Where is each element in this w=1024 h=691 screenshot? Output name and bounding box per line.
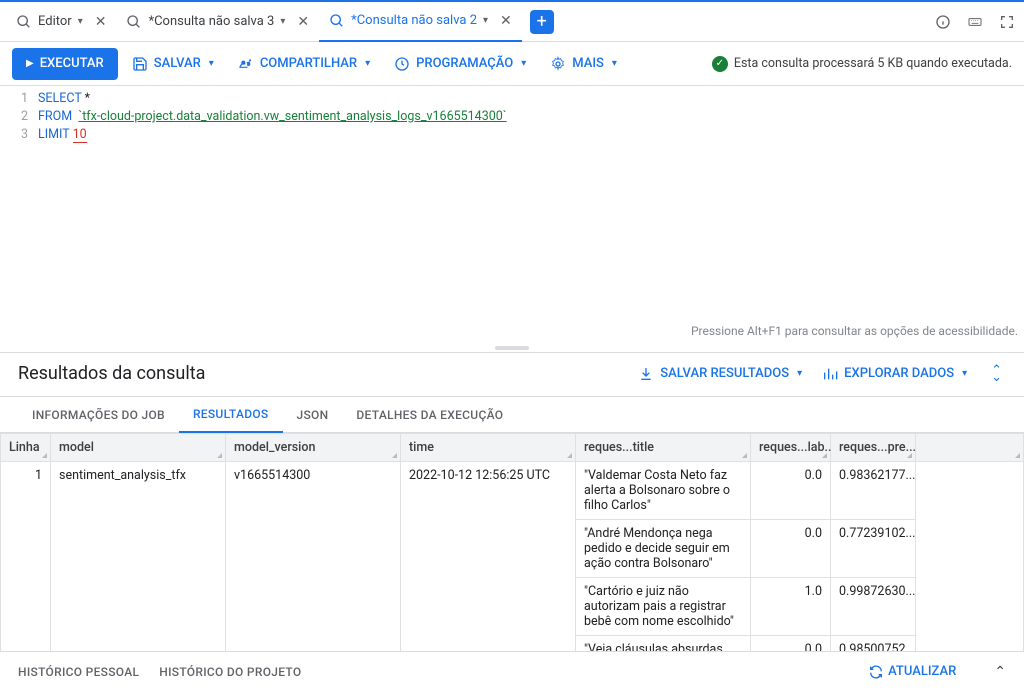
- caret-down-icon: ▾: [280, 16, 285, 27]
- tab-json[interactable]: JSON: [283, 397, 343, 433]
- caret-down-icon: ▾: [797, 368, 802, 379]
- th-model-version[interactable]: model_version: [226, 434, 401, 462]
- line-gutter: 1 2 3: [0, 90, 38, 328]
- save-icon: [132, 56, 148, 72]
- more-button[interactable]: MAIS ▾: [540, 48, 627, 80]
- refresh-label: ATUALIZAR: [888, 664, 956, 679]
- chart-icon: [822, 366, 838, 382]
- refresh-button[interactable]: ATUALIZAR: [862, 658, 962, 686]
- new-tab-button[interactable]: +: [530, 10, 554, 34]
- save-button[interactable]: SALVAR ▾: [122, 48, 224, 80]
- info-icon[interactable]: [934, 13, 952, 31]
- refresh-icon: [868, 664, 884, 680]
- download-icon: [638, 366, 654, 382]
- tab-unsaved-2[interactable]: *Consulta não salva 2 ▾ ✕: [319, 2, 522, 42]
- save-results-button[interactable]: SALVAR RESULTADOS ▾: [628, 366, 812, 382]
- caret-down-icon: ▾: [483, 15, 488, 26]
- caret-down-icon: ▾: [365, 58, 370, 69]
- fullscreen-icon[interactable]: [998, 13, 1016, 31]
- tab-label: *Consulta não salva 3: [148, 14, 274, 29]
- tab-project-history[interactable]: HISTÓRICO DO PROJETO: [159, 665, 301, 679]
- results-pane: Resultados da consulta SALVAR RESULTADOS…: [0, 353, 1024, 651]
- explore-data-label: EXPLORAR DADOS: [844, 366, 954, 381]
- editor-tabbar: Editor ▾ ✕ *Consulta não salva 3 ▾ ✕ *Co…: [0, 2, 1024, 42]
- results-table-wrapper[interactable]: Linha model model_version time reques...…: [0, 433, 1024, 651]
- share-button[interactable]: COMPARTILHAR ▾: [228, 48, 380, 80]
- schedule-label: PROGRAMAÇÃO: [416, 56, 513, 71]
- chevron-up-icon[interactable]: ⌃: [994, 664, 1006, 680]
- share-icon: [238, 56, 254, 72]
- expand-toggle-icon[interactable]: ⌃⌄: [987, 367, 1006, 381]
- caret-down-icon: ▾: [521, 58, 526, 69]
- sql-editor[interactable]: 1 2 3 SELECT * FROM `tfx-cloud-project.d…: [0, 86, 1024, 344]
- tab-unsaved-3[interactable]: *Consulta não salva 3 ▾ ✕: [116, 2, 319, 42]
- tab-label: Editor: [38, 14, 72, 29]
- th-lab[interactable]: reques...lab...: [751, 434, 831, 462]
- editor-toolbar: EXECUTAR SALVAR ▾ COMPARTILHAR ▾ PROGRAMAÇ…: [0, 42, 1024, 86]
- caret-down-icon: ▾: [209, 58, 214, 69]
- code-content[interactable]: SELECT * FROM `tfx-cloud-project.data_va…: [38, 90, 507, 328]
- bq-editor-root: Editor ▾ ✕ *Consulta não salva 3 ▾ ✕ *Co…: [0, 0, 1024, 691]
- caret-down-icon: ▾: [962, 368, 967, 379]
- accessibility-hint: Pressione Alt+F1 para consultar as opçõe…: [691, 324, 1018, 338]
- th-pre[interactable]: reques...pre...: [831, 434, 916, 462]
- close-icon[interactable]: ✕: [500, 13, 512, 29]
- tab-editor[interactable]: Editor ▾ ✕: [6, 2, 116, 42]
- th-row[interactable]: Linha: [1, 434, 51, 462]
- share-label: COMPARTILHAR: [260, 56, 357, 71]
- save-label: SALVAR: [154, 56, 201, 71]
- tab-personal-history[interactable]: HISTÓRICO PESSOAL: [18, 665, 139, 679]
- caret-down-icon: ▾: [78, 16, 83, 27]
- tab-job-info[interactable]: INFORMAÇÕES DO JOB: [18, 397, 179, 433]
- keyboard-icon[interactable]: [966, 13, 984, 31]
- schedule-button[interactable]: PROGRAMAÇÃO ▾: [384, 48, 536, 80]
- th-time[interactable]: time: [401, 434, 576, 462]
- save-results-label: SALVAR RESULTADOS: [660, 366, 789, 381]
- tab-label: *Consulta não salva 2: [351, 13, 477, 28]
- query-status: Esta consulta processará 5 KB quando exe…: [712, 56, 1012, 72]
- more-label: MAIS: [572, 56, 604, 71]
- results-title: Resultados da consulta: [18, 363, 628, 384]
- results-table: Linha model model_version time reques...…: [0, 433, 1024, 651]
- query-icon: [329, 13, 345, 29]
- query-icon: [126, 14, 142, 30]
- gear-icon: [550, 56, 566, 72]
- explore-data-button[interactable]: EXPLORAR DADOS ▾: [812, 366, 977, 382]
- run-button[interactable]: EXECUTAR: [12, 48, 118, 80]
- query-icon: [16, 14, 32, 30]
- th-title[interactable]: reques...title: [576, 434, 751, 462]
- results-tabs: INFORMAÇÕES DO JOB RESULTADOS JSON DETAL…: [0, 397, 1024, 433]
- close-icon[interactable]: ✕: [95, 14, 107, 30]
- table-row: 1 sentiment_analysis_tfx v1665514300 202…: [1, 462, 1024, 520]
- th-model[interactable]: model: [51, 434, 226, 462]
- tab-results[interactable]: RESULTADOS: [179, 397, 283, 433]
- close-icon[interactable]: ✕: [297, 14, 309, 30]
- split-handle[interactable]: [0, 344, 1024, 352]
- th-empty: [916, 434, 1024, 462]
- bottom-bar: HISTÓRICO PESSOAL HISTÓRICO DO PROJETO A…: [0, 651, 1024, 691]
- clock-icon: [394, 56, 410, 72]
- caret-down-icon: ▾: [612, 58, 617, 69]
- tab-exec-details[interactable]: DETALHES DA EXECUÇÃO: [342, 397, 517, 433]
